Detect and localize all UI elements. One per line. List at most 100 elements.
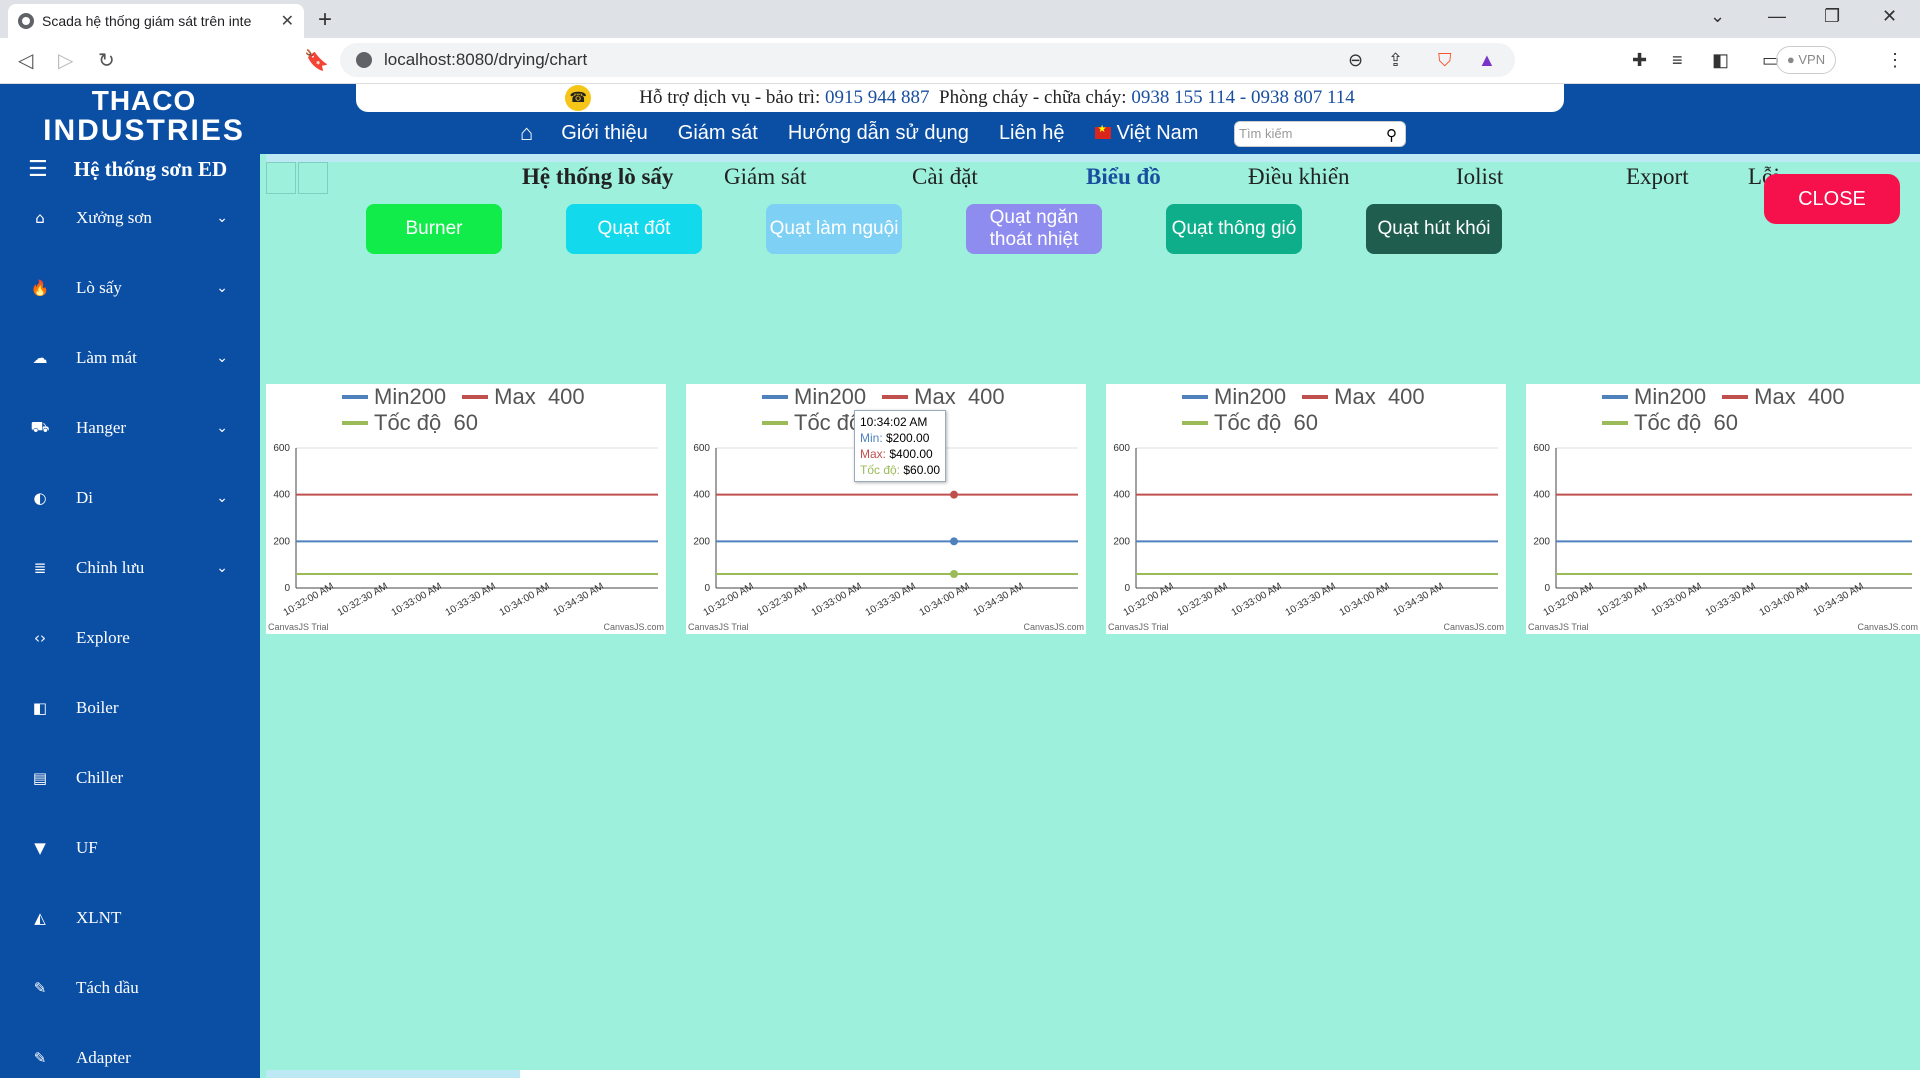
watermark-link[interactable]: CanvasJS.com bbox=[1443, 622, 1504, 632]
legend-entry[interactable]: Max 400 bbox=[1722, 384, 1845, 410]
legend-entry[interactable]: Max 400 bbox=[882, 384, 1005, 410]
subnav-export[interactable]: Export bbox=[1626, 164, 1689, 190]
subnav-chart[interactable]: Biểu đồ bbox=[1086, 164, 1161, 190]
legend-entry[interactable]: Max 400 bbox=[462, 384, 585, 410]
hamburger-icon[interactable]: ☰ bbox=[28, 157, 48, 182]
brave-rewards-icon[interactable]: ▲ bbox=[1478, 50, 1496, 71]
zoom-icon[interactable]: ⊖ bbox=[1348, 50, 1363, 71]
sidebar-item-di[interactable]: ◐ Di ⌄ bbox=[0, 478, 260, 518]
legend-entry[interactable]: Tốc độ 60 bbox=[342, 410, 478, 436]
ventilation-fan-button[interactable]: Quạt thông gió bbox=[1166, 204, 1302, 254]
sidebar-item-lò-sấy[interactable]: 🔥 Lò sấy ⌄ bbox=[0, 268, 260, 308]
sidebar-item-tách-dầu[interactable]: ✎ Tách dầu bbox=[0, 968, 260, 1008]
vpn-button[interactable]: ● VPN bbox=[1776, 46, 1836, 74]
tab-list-chevron-icon[interactable]: ⌄ bbox=[1710, 6, 1725, 27]
x-tick-label: 10:33:30 AM bbox=[444, 581, 498, 619]
legend-swatch bbox=[462, 395, 489, 399]
legend-swatch bbox=[1602, 395, 1628, 399]
chevron-down-icon[interactable]: ⌄ bbox=[216, 280, 228, 296]
subnav-control[interactable]: Điều khiển bbox=[1248, 164, 1350, 190]
watermark-link[interactable]: CanvasJS.com bbox=[1857, 622, 1918, 632]
combustion-fan-button[interactable]: Quạt đốt bbox=[566, 204, 702, 254]
company-logo[interactable]: THACO INDUSTRIES bbox=[28, 86, 260, 150]
legend-entry[interactable]: Max 400 bbox=[1302, 384, 1425, 410]
playlist-icon[interactable]: ≡ bbox=[1672, 50, 1683, 71]
new-tab-icon[interactable]: + bbox=[318, 6, 332, 34]
watermark-link[interactable]: CanvasJS.com bbox=[1023, 622, 1084, 632]
y-tick-label: 0 bbox=[284, 583, 290, 594]
subnav-settings[interactable]: Cài đặt bbox=[912, 164, 978, 190]
chevron-down-icon[interactable]: ⌄ bbox=[216, 490, 228, 506]
browser-toolbar: ◁ ▷ ↻ 🔖 localhost:8080/drying/chart ⊖ ⇪ … bbox=[0, 38, 1920, 84]
small-box-right[interactable] bbox=[298, 162, 328, 194]
y-tick-label: 0 bbox=[1544, 583, 1550, 594]
reload-icon[interactable]: ↻ bbox=[98, 48, 115, 73]
sidebar-item-adapter[interactable]: ✎ Adapter bbox=[0, 1038, 260, 1078]
sidebar-item-explore[interactable]: ‹› Explore bbox=[0, 618, 260, 658]
share-icon[interactable]: ⇪ bbox=[1388, 50, 1403, 71]
subnav-iolist[interactable]: Iolist bbox=[1456, 164, 1503, 190]
scrollbar-track[interactable] bbox=[520, 1070, 1920, 1078]
legend-entry[interactable]: Min200 bbox=[342, 384, 446, 410]
subnav-monitor[interactable]: Giám sát bbox=[724, 164, 806, 190]
tooltip-time: 10:34:02 AM bbox=[860, 415, 928, 429]
sidebar-item-uf[interactable]: ▼ UF bbox=[0, 828, 260, 868]
site-info-icon[interactable] bbox=[356, 52, 372, 68]
line-chart-4[interactable]: 0 200 400 600 10:32:00 AM 10:32:30 AM 10:33:00… bbox=[1526, 384, 1920, 634]
legend-entry[interactable]: Tốc độ 60 bbox=[1182, 410, 1318, 436]
line-chart-3[interactable]: 0 200 400 600 10:32:00 AM 10:32:30 AM 10:33:00… bbox=[1106, 384, 1506, 634]
small-box-left[interactable] bbox=[266, 162, 296, 194]
search-input[interactable]: Tìm kiếm ⚲ bbox=[1234, 121, 1406, 147]
url-text: localhost:8080/drying/chart bbox=[384, 50, 588, 69]
legend-entry[interactable]: Tốc độ 60 bbox=[1602, 410, 1738, 436]
sidebar-item-làm-mát[interactable]: ☁ Làm mát ⌄ bbox=[0, 338, 260, 378]
legend-entry[interactable]: Min200 bbox=[762, 384, 866, 410]
legend-entry[interactable]: Min200 bbox=[1182, 384, 1286, 410]
minimize-icon[interactable]: — bbox=[1768, 6, 1786, 27]
cooling-fan-button[interactable]: Quạt làm nguội bbox=[766, 204, 902, 254]
back-icon[interactable]: ◁ bbox=[18, 48, 33, 73]
address-bar[interactable]: localhost:8080/drying/chart bbox=[340, 43, 1515, 77]
chevron-down-icon[interactable]: ⌄ bbox=[216, 420, 228, 436]
extensions-icon[interactable]: ✚ bbox=[1632, 50, 1647, 71]
sidebar-item-chiller[interactable]: ▤ Chiller bbox=[0, 758, 260, 798]
forward-icon[interactable]: ▷ bbox=[58, 48, 73, 73]
x-tick-label: 10:34:30 AM bbox=[1812, 581, 1866, 619]
sidebar-toggle-icon[interactable]: ◧ bbox=[1712, 50, 1729, 71]
heat-barrier-fan-button[interactable]: Quạt ngăn thoát nhiệt bbox=[966, 204, 1102, 254]
nav-contact[interactable]: Liên hệ bbox=[999, 122, 1065, 145]
search-icon[interactable]: ⚲ bbox=[1386, 124, 1397, 148]
exhaust-fan-button[interactable]: Quạt hút khói bbox=[1366, 204, 1502, 254]
sidebar-item-chỉnh-lưu[interactable]: ≣ Chỉnh lưu ⌄ bbox=[0, 548, 260, 588]
nav-intro[interactable]: Giới thiệu bbox=[561, 122, 647, 145]
window-close-icon[interactable]: ✕ bbox=[1882, 6, 1897, 27]
nav-guide[interactable]: Hướng dẫn sử dụng bbox=[788, 122, 969, 145]
close-button[interactable]: CLOSE bbox=[1764, 174, 1900, 224]
brave-shield-icon[interactable]: ⛉ bbox=[1438, 50, 1452, 71]
sidebar-item-xưởng-sơn[interactable]: ⌂ Xưởng sơn ⌄ bbox=[0, 198, 260, 238]
sidebar-item-xlnt[interactable]: ◭ XLNT bbox=[0, 898, 260, 938]
sidebar-item-hanger[interactable]: ⛟ Hanger ⌄ bbox=[0, 408, 260, 448]
language-selector[interactable]: Việt Nam bbox=[1094, 122, 1198, 145]
line-chart-2[interactable]: 0 200 400 600 10:32:00 AM 10:32:30 AM 10:33:00… bbox=[686, 384, 1086, 634]
chevron-down-icon[interactable]: ⌄ bbox=[216, 350, 228, 366]
nav-monitor[interactable]: Giám sát bbox=[678, 122, 758, 145]
browser-tab[interactable]: Scada hệ thống giám sát trên inte ✕ bbox=[8, 4, 304, 38]
sidebar-item-boiler[interactable]: ◧ Boiler bbox=[0, 688, 260, 728]
home-icon[interactable]: ⌂ bbox=[520, 120, 533, 146]
line-chart-1[interactable]: 0 200 400 600 10:32:00 AM 10:32:30 AM 10:33:00… bbox=[266, 384, 666, 634]
legend-entry[interactable]: Min200 bbox=[1602, 384, 1706, 410]
close-tab-icon[interactable]: ✕ bbox=[281, 11, 294, 31]
menu-icon[interactable]: ⋮ bbox=[1886, 50, 1904, 71]
y-tick-label: 600 bbox=[693, 443, 710, 454]
chevron-down-icon[interactable]: ⌄ bbox=[216, 210, 228, 226]
chevron-down-icon[interactable]: ⌄ bbox=[216, 560, 228, 576]
watermark-link[interactable]: CanvasJS.com bbox=[603, 622, 664, 632]
scrollbar-thumb[interactable] bbox=[266, 1070, 520, 1078]
watermark-trial: CanvasJS Trial bbox=[688, 622, 749, 632]
sidebar-title: Hệ thống sơn ED bbox=[73, 156, 228, 181]
restore-icon[interactable]: ❐ bbox=[1824, 6, 1840, 27]
bookmark-icon[interactable]: 🔖 bbox=[304, 48, 329, 73]
burner-button[interactable]: Burner bbox=[366, 204, 502, 254]
x-tick-label: 10:33:30 AM bbox=[1704, 581, 1758, 619]
